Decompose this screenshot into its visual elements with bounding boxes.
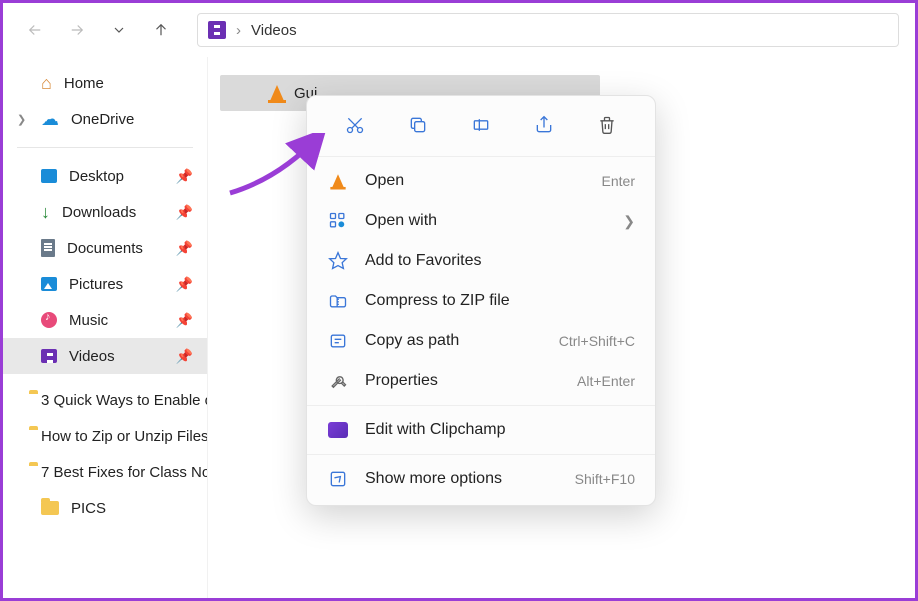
back-button[interactable] bbox=[19, 14, 51, 46]
breadcrumb-current: Videos bbox=[251, 22, 297, 39]
home-icon: ⌂ bbox=[41, 73, 52, 94]
videos-folder-icon bbox=[208, 21, 226, 39]
sidebar-item-home[interactable]: ⌂ Home bbox=[3, 65, 207, 101]
sidebar-item-videos[interactable]: Videos 📌 bbox=[3, 338, 207, 374]
context-item-clipchamp[interactable]: Edit with Clipchamp bbox=[307, 410, 655, 450]
clipchamp-icon bbox=[327, 419, 349, 441]
context-item-favorites[interactable]: Add to Favorites bbox=[307, 241, 655, 281]
download-icon: ↓ bbox=[41, 202, 50, 223]
music-icon bbox=[41, 312, 57, 328]
sidebar-item-label: Music bbox=[69, 312, 108, 329]
copy-button[interactable] bbox=[399, 108, 437, 142]
context-item-label: Show more options bbox=[365, 470, 502, 488]
recent-dropdown[interactable] bbox=[103, 14, 135, 46]
sidebar-item-downloads[interactable]: ↓ Downloads 📌 bbox=[3, 194, 207, 230]
context-toolbar bbox=[307, 102, 655, 152]
desktop-icon bbox=[41, 169, 57, 183]
sidebar-folder-item[interactable]: 3 Quick Ways to Enable or Disable bbox=[3, 382, 207, 418]
sidebar-item-label: 7 Best Fixes for Class Not Registered bbox=[41, 464, 207, 481]
vlc-icon bbox=[327, 170, 349, 192]
sidebar-folder-item[interactable]: 7 Best Fixes for Class Not Registered bbox=[3, 454, 207, 490]
sidebar-item-label: Desktop bbox=[69, 168, 124, 185]
context-item-copy-path[interactable]: Copy as path Ctrl+Shift+C bbox=[307, 321, 655, 361]
cut-button[interactable] bbox=[336, 108, 374, 142]
pin-icon: 📌 bbox=[176, 204, 193, 221]
documents-icon bbox=[41, 239, 55, 257]
pin-icon: 📌 bbox=[176, 312, 193, 329]
pin-icon: 📌 bbox=[176, 168, 193, 185]
context-item-label: Compress to ZIP file bbox=[365, 292, 510, 310]
sidebar-item-label: 3 Quick Ways to Enable or Disable bbox=[41, 392, 207, 409]
share-button[interactable] bbox=[525, 108, 563, 142]
copy-path-icon bbox=[327, 330, 349, 352]
sidebar-item-label: Videos bbox=[69, 348, 115, 365]
context-item-shortcut: Shift+F10 bbox=[575, 471, 635, 487]
chevron-right-icon: ❯ bbox=[17, 113, 29, 126]
sidebar-item-onedrive[interactable]: ❯ ☁ OneDrive bbox=[3, 101, 207, 137]
context-menu: Open Enter Open with ❯ Add to Favorites … bbox=[306, 95, 656, 506]
sidebar-item-label: Downloads bbox=[62, 204, 136, 221]
context-item-shortcut: Ctrl+Shift+C bbox=[559, 333, 635, 349]
address-bar[interactable]: › Videos bbox=[197, 13, 899, 47]
sidebar-item-label: PICS bbox=[71, 500, 106, 517]
folder-icon bbox=[41, 501, 59, 515]
cloud-icon: ☁ bbox=[41, 109, 59, 130]
pin-icon: 📌 bbox=[176, 240, 193, 257]
open-with-icon bbox=[327, 210, 349, 232]
context-item-shortcut: Enter bbox=[602, 173, 635, 189]
context-item-label: Open with bbox=[365, 212, 437, 230]
more-options-icon bbox=[327, 468, 349, 490]
sidebar-folder-item[interactable]: How to Zip or Unzip Files bbox=[3, 418, 207, 454]
context-item-more-options[interactable]: Show more options Shift+F10 bbox=[307, 459, 655, 499]
context-item-label: Open bbox=[365, 172, 404, 190]
nav-toolbar: › Videos bbox=[3, 3, 915, 57]
context-item-open-with[interactable]: Open with ❯ bbox=[307, 201, 655, 241]
sidebar-item-label: Documents bbox=[67, 240, 143, 257]
properties-icon bbox=[327, 370, 349, 392]
sidebar-item-pictures[interactable]: Pictures 📌 bbox=[3, 266, 207, 302]
context-item-label: Copy as path bbox=[365, 332, 459, 350]
pin-icon: 📌 bbox=[176, 276, 193, 293]
context-separator bbox=[307, 156, 655, 157]
sidebar-folder-item[interactable]: PICS bbox=[3, 490, 207, 526]
sidebar-item-label: Home bbox=[64, 75, 104, 92]
context-item-compress[interactable]: Compress to ZIP file bbox=[307, 281, 655, 321]
navigation-pane: ⌂ Home ❯ ☁ OneDrive Desktop 📌 ↓ Download… bbox=[3, 57, 208, 598]
context-item-label: Edit with Clipchamp bbox=[365, 421, 506, 439]
star-icon bbox=[327, 250, 349, 272]
breadcrumb-separator: › bbox=[236, 22, 241, 39]
context-separator bbox=[307, 405, 655, 406]
context-item-open[interactable]: Open Enter bbox=[307, 161, 655, 201]
context-separator bbox=[307, 454, 655, 455]
pin-icon: 📌 bbox=[176, 348, 193, 365]
zip-icon bbox=[327, 290, 349, 312]
sidebar-item-desktop[interactable]: Desktop 📌 bbox=[3, 158, 207, 194]
delete-button[interactable] bbox=[588, 108, 626, 142]
rename-button[interactable] bbox=[462, 108, 500, 142]
chevron-right-icon: ❯ bbox=[623, 213, 635, 230]
videos-icon bbox=[41, 349, 57, 363]
pictures-icon bbox=[41, 277, 57, 291]
sidebar-separator bbox=[17, 147, 193, 148]
sidebar-item-documents[interactable]: Documents 📌 bbox=[3, 230, 207, 266]
context-item-shortcut: Alt+Enter bbox=[577, 373, 635, 389]
up-button[interactable] bbox=[145, 14, 177, 46]
context-item-label: Add to Favorites bbox=[365, 252, 482, 270]
context-item-label: Properties bbox=[365, 372, 438, 390]
sidebar-item-label: Pictures bbox=[69, 276, 123, 293]
sidebar-item-label: How to Zip or Unzip Files bbox=[41, 428, 207, 445]
forward-button[interactable] bbox=[61, 14, 93, 46]
sidebar-item-label: OneDrive bbox=[71, 111, 134, 128]
context-item-properties[interactable]: Properties Alt+Enter bbox=[307, 361, 655, 401]
vlc-icon bbox=[270, 85, 284, 101]
sidebar-item-music[interactable]: Music 📌 bbox=[3, 302, 207, 338]
